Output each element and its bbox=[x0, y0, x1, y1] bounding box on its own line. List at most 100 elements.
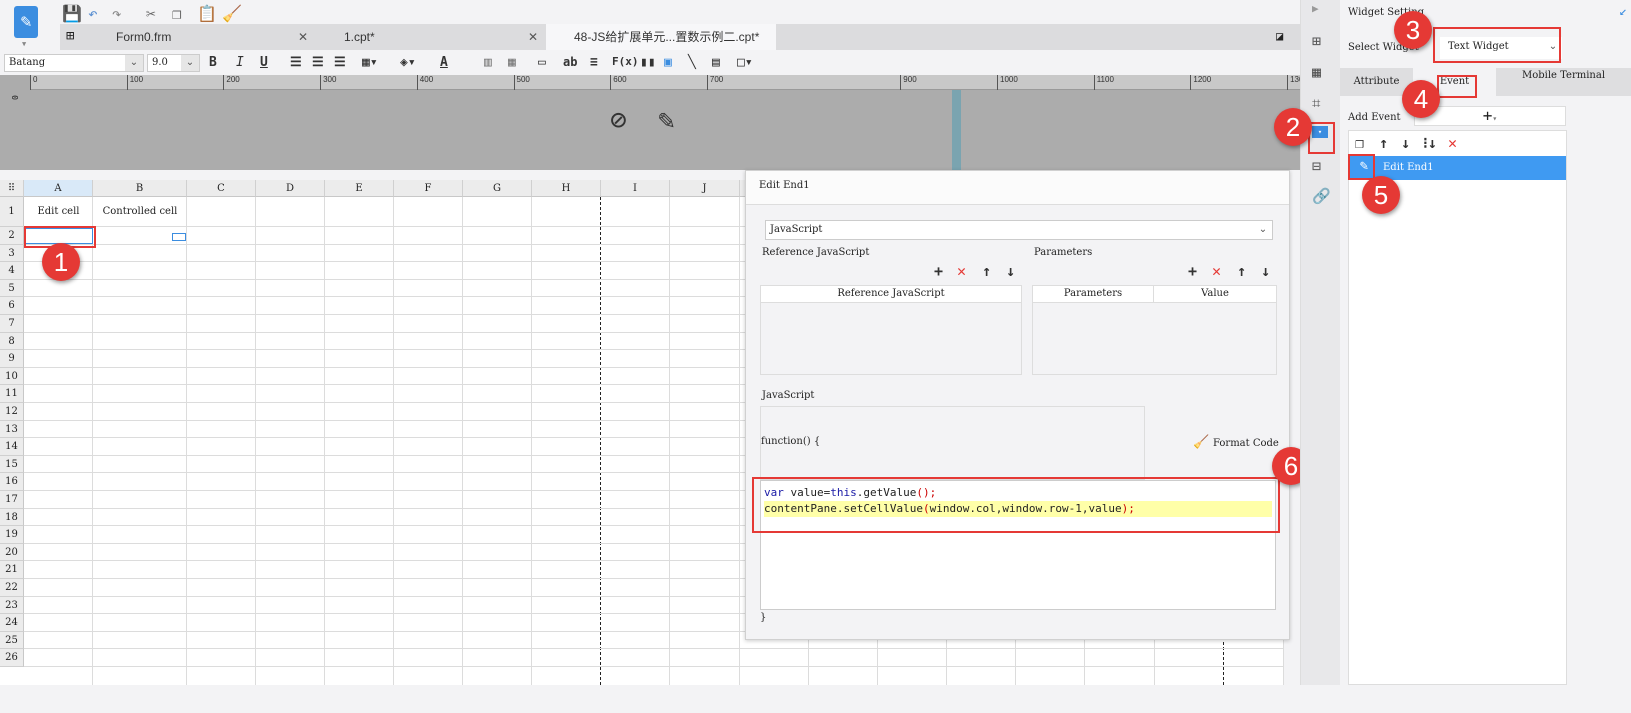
row-header[interactable]: 12 bbox=[0, 403, 24, 421]
row-header[interactable]: 14 bbox=[0, 438, 24, 456]
font-select[interactable]: Batang ⌄ bbox=[4, 54, 144, 72]
row-header[interactable]: 7 bbox=[0, 315, 24, 333]
row-header[interactable]: 10 bbox=[0, 367, 24, 386]
frame-icon[interactable]: □▾ bbox=[737, 55, 753, 70]
cell-attribute-icon[interactable]: ⊞ bbox=[1312, 32, 1321, 50]
rich-text-icon[interactable]: ab bbox=[563, 55, 577, 69]
row-header[interactable]: 3 bbox=[0, 244, 24, 263]
row-header[interactable]: 4 bbox=[0, 262, 24, 280]
copy-icon[interactable]: ❐ bbox=[172, 4, 182, 23]
move-up-icon[interactable]: ↑ bbox=[1237, 262, 1246, 280]
close-icon[interactable]: ✕ bbox=[298, 24, 308, 50]
underline-button[interactable]: U bbox=[260, 55, 268, 70]
column-header[interactable]: C bbox=[187, 180, 256, 197]
slash-icon[interactable]: ╲ bbox=[688, 55, 696, 70]
image-icon[interactable]: ▣ bbox=[664, 55, 672, 70]
column-header[interactable]: D bbox=[256, 180, 325, 197]
cut-icon[interactable]: ✂ bbox=[146, 4, 156, 23]
add-icon[interactable]: + bbox=[934, 262, 943, 280]
split-cells-icon[interactable]: ▦ bbox=[508, 55, 516, 70]
fill-color-icon[interactable]: ◈▾ bbox=[400, 55, 416, 70]
row-header[interactable]: 23 bbox=[0, 596, 24, 615]
tab-menu-icon[interactable]: ◪ bbox=[1276, 29, 1283, 43]
app-menu-chevron-icon[interactable]: ▼ bbox=[22, 40, 26, 48]
column-header[interactable]: A bbox=[24, 180, 93, 197]
move-down-icon[interactable]: ↓ bbox=[1006, 262, 1015, 280]
subreport-icon[interactable]: ▤ bbox=[712, 55, 720, 70]
row-header[interactable]: 2 bbox=[0, 227, 24, 245]
column-header[interactable]: E bbox=[325, 180, 394, 197]
format-code-icon[interactable]: 🧹 bbox=[1193, 435, 1209, 450]
align-left-icon[interactable]: ☰ bbox=[290, 55, 302, 70]
row-header[interactable]: 26 bbox=[0, 649, 24, 667]
collapse-panel-icon[interactable]: ↙ bbox=[1619, 4, 1627, 19]
border-icon[interactable]: ▦▾ bbox=[362, 55, 378, 70]
align-right-icon[interactable]: ☰ bbox=[334, 55, 346, 70]
move-down-icon[interactable]: ↓ bbox=[1261, 262, 1270, 280]
column-header[interactable]: G bbox=[463, 180, 532, 197]
row-header[interactable]: 9 bbox=[0, 350, 24, 368]
row-header[interactable]: 19 bbox=[0, 526, 24, 544]
row-header[interactable]: 22 bbox=[0, 579, 24, 597]
row-header[interactable]: 16 bbox=[0, 473, 24, 491]
select-all-corner[interactable]: ⠿ bbox=[0, 180, 24, 197]
row-header[interactable]: 24 bbox=[0, 614, 24, 632]
row-header[interactable]: 13 bbox=[0, 420, 24, 439]
close-icon[interactable]: ✕ bbox=[528, 24, 538, 50]
tab-form0[interactable]: Form0.frm ✕ bbox=[88, 24, 316, 50]
add-icon[interactable]: + bbox=[1188, 262, 1197, 280]
row-header[interactable]: 11 bbox=[0, 385, 24, 403]
row-header[interactable]: 25 bbox=[0, 631, 24, 650]
row-header[interactable]: 15 bbox=[0, 455, 24, 474]
row-header[interactable]: 21 bbox=[0, 561, 24, 579]
cell-info-icon[interactable]: ▦ bbox=[1312, 63, 1321, 81]
row-header[interactable]: 6 bbox=[0, 297, 24, 315]
frame-icon[interactable]: ⌗ bbox=[1312, 94, 1320, 112]
tab-mobile-terminal[interactable]: Mobile Terminal bbox=[1496, 68, 1631, 96]
collapse-arrow-icon[interactable]: ▶ bbox=[1312, 2, 1319, 15]
merge-cells-icon[interactable]: ▥ bbox=[484, 55, 492, 70]
chart-icon[interactable]: ▮▮ bbox=[640, 55, 656, 70]
cell-b2-editor[interactable] bbox=[172, 233, 186, 241]
column-header[interactable]: F bbox=[394, 180, 463, 197]
edit-pencil-icon[interactable]: ✎ bbox=[658, 103, 675, 136]
text-cell-icon[interactable]: ▭ bbox=[538, 55, 546, 70]
font-size-select[interactable]: 9.0 ⌄ bbox=[147, 54, 200, 72]
paste-icon[interactable]: 📋 bbox=[197, 4, 217, 23]
row-header[interactable]: 20 bbox=[0, 543, 24, 562]
event-type-select[interactable]: JavaScript ⌄ bbox=[765, 220, 1273, 240]
undo-icon[interactable]: ↶ bbox=[88, 4, 98, 23]
save-icon[interactable]: 💾 bbox=[62, 4, 82, 23]
column-header[interactable]: I bbox=[601, 180, 670, 197]
move-up-icon[interactable]: ↑ bbox=[982, 262, 991, 280]
hyperlink-icon[interactable]: 🔗 bbox=[1312, 187, 1331, 205]
hidden-eye-icon[interactable]: ⊘ bbox=[610, 103, 627, 136]
row-header[interactable]: 1 bbox=[0, 197, 24, 227]
condition-icon[interactable]: ⊟ bbox=[1312, 157, 1321, 175]
multiline-icon[interactable]: ≡ bbox=[590, 55, 598, 70]
copy-icon[interactable]: ❐ bbox=[1355, 134, 1364, 152]
format-painter-icon[interactable]: 🧹 bbox=[222, 4, 242, 23]
delete-icon[interactable]: ✕ bbox=[957, 262, 966, 280]
row-header[interactable]: 8 bbox=[0, 332, 24, 351]
align-center-icon[interactable]: ☰ bbox=[312, 55, 324, 70]
delete-icon[interactable]: ✕ bbox=[1448, 134, 1457, 152]
row-header[interactable]: 5 bbox=[0, 279, 24, 298]
text-color-button[interactable]: A bbox=[440, 55, 448, 70]
split-bar[interactable] bbox=[952, 90, 961, 170]
tab-active-report[interactable]: 48-JS给扩展单元...置数示例二.cpt* bbox=[546, 24, 776, 50]
delete-icon[interactable]: ✕ bbox=[1212, 262, 1221, 280]
tab-1cpt[interactable]: 1.cpt* ✕ bbox=[316, 24, 546, 50]
move-up-icon[interactable]: ↑ bbox=[1379, 134, 1388, 152]
new-report-icon[interactable]: ⊞ bbox=[66, 28, 74, 44]
bold-button[interactable]: B bbox=[209, 55, 217, 70]
redo-icon[interactable]: ↷ bbox=[112, 4, 122, 23]
app-logo[interactable]: ✎ bbox=[14, 6, 38, 38]
move-down-icon[interactable]: ↓ bbox=[1401, 134, 1410, 152]
move-bottom-icon[interactable]: ⁝↓ bbox=[1423, 134, 1437, 152]
row-header[interactable]: 17 bbox=[0, 491, 24, 509]
column-header[interactable]: H bbox=[532, 180, 601, 197]
formula-icon[interactable]: F(x) bbox=[612, 55, 639, 68]
italic-button[interactable]: I bbox=[236, 55, 244, 70]
row-header[interactable]: 18 bbox=[0, 508, 24, 527]
